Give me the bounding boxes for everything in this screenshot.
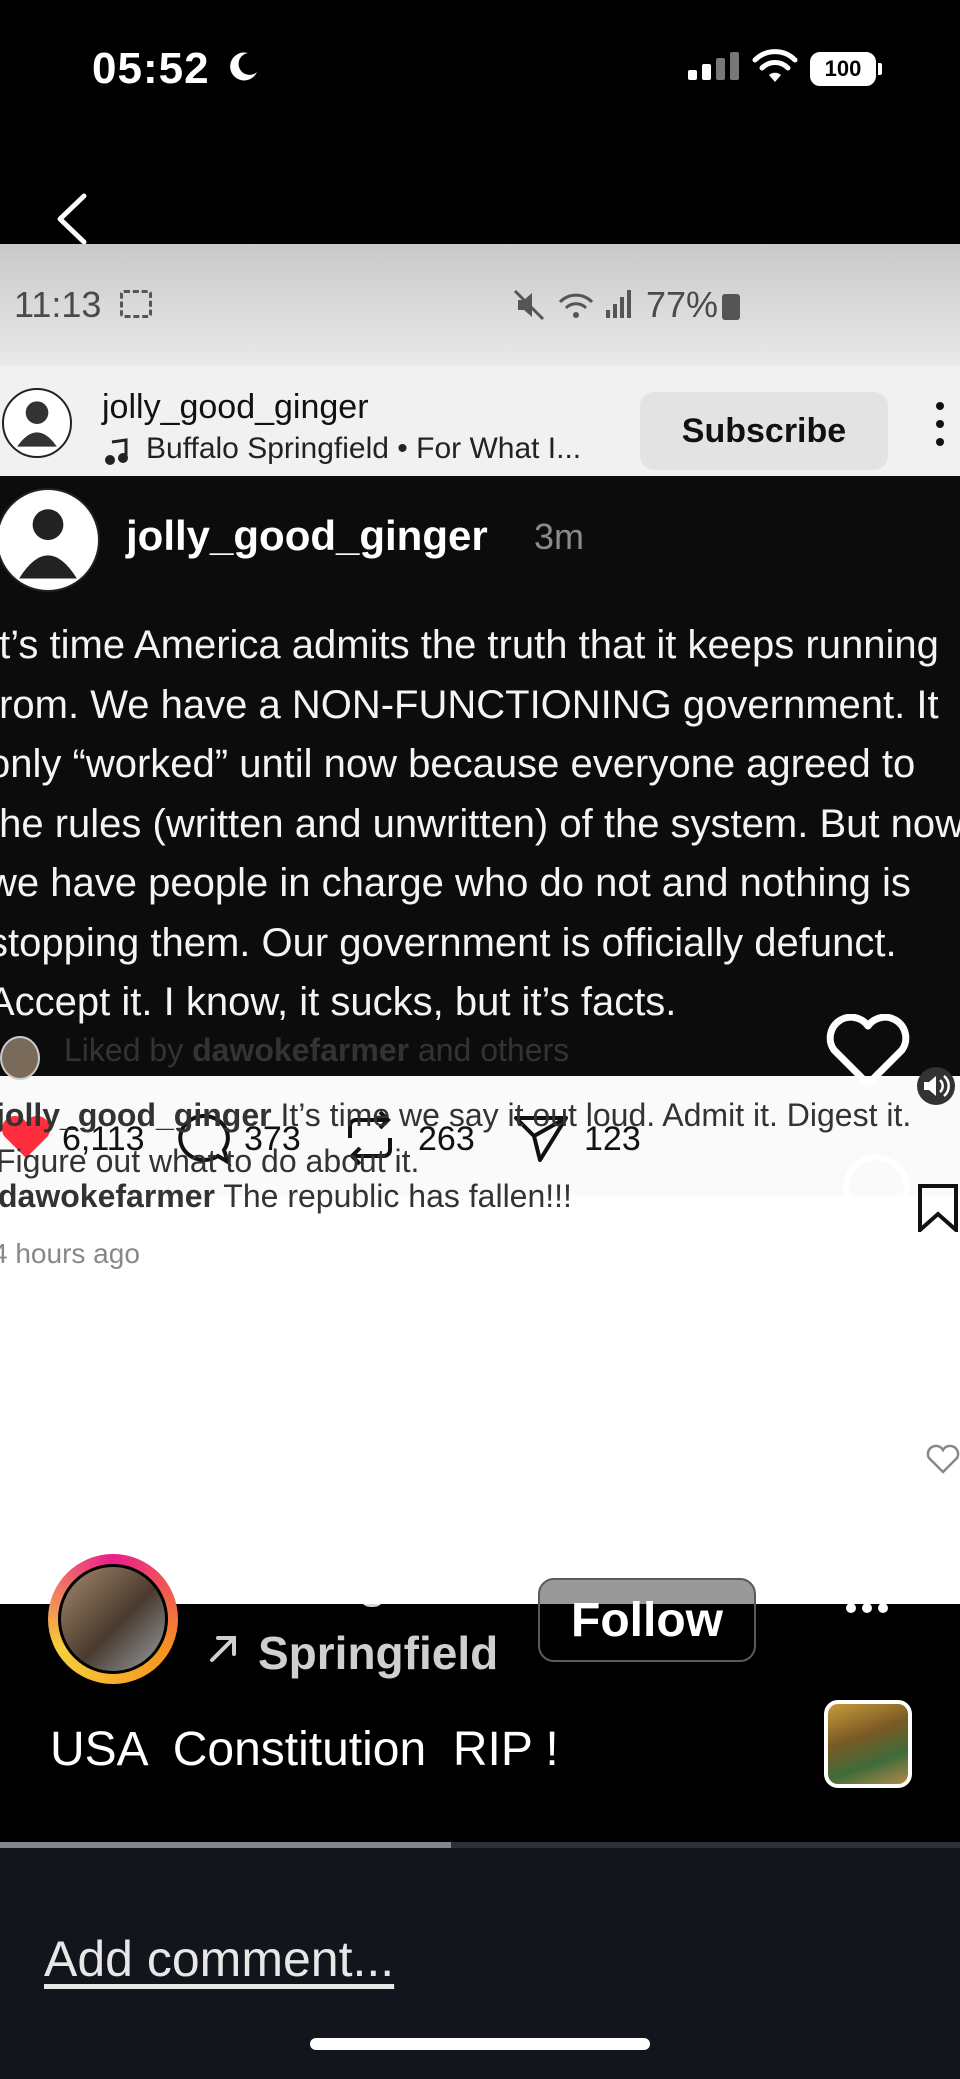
caption-username[interactable]: jolly_good_ginger [0, 1097, 272, 1133]
home-indicator [310, 2038, 650, 2050]
reel-author-avatar[interactable] [58, 1564, 168, 1674]
battery-icon: 100 [810, 52, 876, 86]
bookmark-icon[interactable] [916, 1184, 960, 1232]
channel-avatar[interactable] [2, 388, 72, 458]
liked-by-user[interactable]: dawokefarmer [192, 1032, 409, 1068]
subscribe-button[interactable]: Subscribe [640, 392, 888, 470]
reel-comment-icon[interactable] [830, 1152, 910, 1232]
comment-username[interactable]: dawokefarmer [0, 1178, 215, 1214]
battery-tip [878, 63, 882, 75]
embedded-status-time: 11:13 [14, 284, 102, 325]
wifi-icon [752, 49, 798, 82]
post-time: 3m [534, 516, 585, 557]
liked-by-text: Liked by dawokefarmer and others [64, 1032, 569, 1069]
screen-record-icon [120, 290, 152, 318]
liked-by-prefix: Liked by [64, 1032, 184, 1068]
music-note-icon [105, 438, 128, 465]
comment-text: The republic has fallen!!! [223, 1178, 572, 1214]
embedded-signal-icon [606, 290, 631, 318]
reel-caption: USA Constitution RIP ! [50, 1723, 559, 1776]
comment-like-heart-icon[interactable] [926, 1444, 960, 1474]
reel-author-username[interactable]: hewettg... [206, 1554, 486, 1609]
reel-header: jolly_good_ginger Buffalo Springfield • … [0, 366, 960, 476]
top-comment: dawokefarmer The republic has fallen!!! [0, 1178, 572, 1215]
embedded-screenshot: 11:13 77% jolly_good_ginger Buffalo Spri… [0, 244, 960, 1604]
reel-more-options-icon[interactable] [846, 1600, 894, 1613]
reel-like-icon[interactable] [826, 1014, 910, 1090]
liked-by-avatar[interactable] [0, 1036, 40, 1080]
mute-icon [513, 289, 545, 321]
post-card: jolly_good_ginger 3m It’s time America a… [0, 476, 960, 1076]
post-caption: jolly_good_ginger It’s time we say it ou… [0, 1092, 916, 1184]
liked-by-suffix: and others [417, 1032, 570, 1068]
embedded-wifi-icon [558, 293, 594, 318]
follow-button[interactable]: Follow [538, 1578, 756, 1662]
post-body-text: It’s time America admits the truth that … [0, 623, 960, 1024]
post-time-ago: 4 hours ago [0, 1238, 140, 1269]
status-time: 05:52 [92, 44, 210, 93]
reel-audio-label[interactable]: Springfield [258, 1626, 500, 1680]
embedded-status-bar: 11:13 77% [0, 244, 960, 366]
back-chevron-icon[interactable] [50, 190, 96, 248]
audio-album-thumbnail[interactable] [824, 1700, 912, 1788]
embedded-battery-text: 77% [646, 284, 719, 325]
reel-repost-icon[interactable] [828, 1290, 912, 1374]
channel-username[interactable]: jolly_good_ginger [102, 388, 369, 427]
song-title[interactable]: Buffalo Springfield • For What I... [146, 432, 581, 466]
more-options-icon[interactable] [936, 402, 946, 452]
moon-icon [230, 52, 257, 81]
audio-arrow-icon [210, 1636, 236, 1662]
post-avatar[interactable] [0, 488, 100, 592]
status-bar: 05:52 100 [0, 0, 960, 150]
sound-on-icon[interactable] [912, 1066, 960, 1106]
add-comment-input[interactable]: Add comment... [44, 1930, 394, 1988]
embedded-battery-icon [722, 294, 740, 320]
cellular-signal-icon [688, 52, 744, 80]
reel-send-icon[interactable] [830, 1440, 912, 1512]
post-username[interactable]: jolly_good_ginger [126, 512, 488, 560]
